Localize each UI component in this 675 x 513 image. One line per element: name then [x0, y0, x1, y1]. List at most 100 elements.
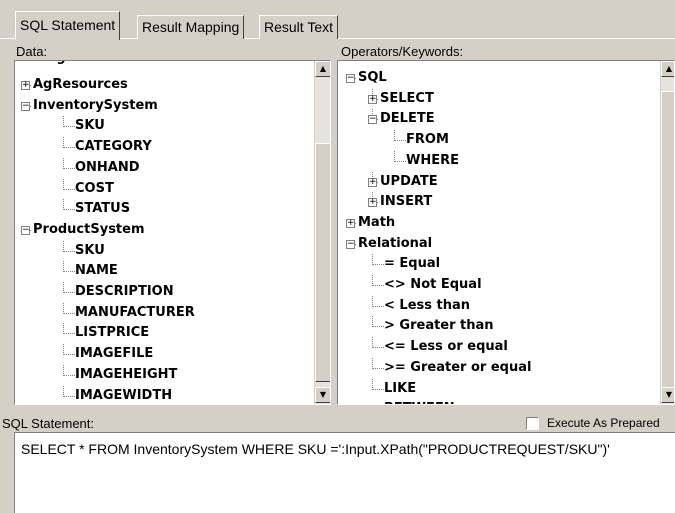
tree-item[interactable]: = Equal [384, 254, 440, 274]
tree-connector [63, 116, 64, 128]
tree-item[interactable]: WHERE [406, 151, 459, 171]
tab-sql-statement[interactable]: SQL Statement [15, 11, 121, 40]
tree-connector [63, 126, 75, 128]
tree-connector [63, 282, 64, 293]
tree-item[interactable]: DELETE [380, 109, 435, 129]
tree-connector [372, 254, 373, 266]
scroll-down-button[interactable]: ▼ [315, 387, 330, 403]
tab-result-text[interactable]: Result Text [259, 15, 338, 39]
expand-icon[interactable]: + [368, 177, 377, 187]
tree-connector [63, 354, 75, 356]
tab-strip: SQL Statement Result Mapping Result Text [0, 0, 675, 40]
tree-connector [372, 367, 384, 369]
tree-item[interactable]: LIKE [384, 379, 416, 399]
tree-connector [372, 264, 384, 266]
tree-connector [372, 326, 384, 328]
tree-item-partial: Tigfino [43, 61, 93, 68]
tree-item[interactable]: DESCRIPTION [75, 282, 174, 302]
tree-connector [63, 261, 64, 273]
tree-connector [394, 150, 395, 162]
tree-item[interactable]: SQL [358, 68, 387, 88]
tree-item[interactable]: COST [75, 179, 114, 199]
tree-item[interactable]: IMAGEWIDTH [75, 386, 172, 405]
execute-prepared-label: Execute As Prepared [547, 416, 660, 430]
expand-icon[interactable]: + [368, 198, 377, 208]
tree-item[interactable]: STATUS [75, 199, 130, 219]
tree-connector [372, 357, 373, 369]
tree-item[interactable]: AgResources [33, 75, 128, 95]
tree-connector [372, 378, 373, 390]
tree-item[interactable]: SKU [75, 116, 105, 136]
tree-connector [63, 188, 75, 190]
tree-connector [372, 285, 384, 286]
tab-result-mapping[interactable]: Result Mapping [137, 15, 245, 39]
tree-connector [372, 275, 373, 286]
tree-item[interactable]: Math [358, 213, 395, 233]
tree-item[interactable]: <= Less or equal [384, 337, 508, 357]
scroll-thumb[interactable] [315, 143, 330, 382]
tree-item[interactable]: NAME [75, 261, 118, 281]
tree-connector [372, 337, 373, 349]
tree-item[interactable]: InventorySystem [33, 96, 158, 116]
scroll-up-button[interactable]: ▲ [661, 61, 674, 77]
tree-item[interactable]: >= Greater or equal [384, 358, 531, 378]
tree-connector [63, 385, 64, 397]
collapse-icon[interactable]: − [21, 101, 30, 111]
tree-item[interactable]: FROM [406, 130, 449, 150]
tree-item[interactable]: IMAGEHEIGHT [75, 365, 177, 385]
tree-item-partial: BETWEEN [384, 399, 455, 404]
tree-connector [63, 271, 75, 273]
tree-item[interactable]: > Greater than [384, 316, 494, 336]
tree-item[interactable]: ONHAND [75, 158, 140, 178]
expand-icon[interactable]: + [21, 81, 30, 90]
tree-connector [63, 312, 75, 314]
tree-item[interactable]: MANUFACTURER [75, 303, 195, 323]
tree-item[interactable]: Relational [358, 234, 432, 254]
tree-connector [63, 333, 75, 335]
collapse-icon[interactable]: − [368, 115, 377, 125]
data-panel-label: Data: [16, 44, 48, 59]
tree-item[interactable]: SELECT [380, 89, 434, 109]
tree-item[interactable]: CATEGORY [75, 137, 152, 157]
tree-item[interactable]: INSERT [380, 192, 432, 212]
scroll-down-button[interactable]: ▼ [661, 387, 674, 403]
tree-connector [63, 209, 75, 211]
tree-item[interactable]: IMAGEFILE [75, 344, 153, 364]
tree-connector [63, 344, 64, 356]
tree-connector [394, 140, 406, 142]
tree-item[interactable]: LISTPRICE [75, 323, 149, 343]
tree-connector [63, 395, 75, 397]
tree-connector [63, 323, 64, 335]
data-tree[interactable]: Tigfino+AgResources−InventorySystemSKUCA… [14, 60, 331, 405]
operators-tree[interactable]: − SQL + SELECT − DELETE FROM WHERE + UPDATE + INSER… [337, 60, 675, 405]
tree-connector [63, 302, 64, 314]
data-tree-scrollbar[interactable]: ▲ ▼ [314, 61, 330, 404]
tree-item[interactable]: ProductSystem [33, 220, 145, 240]
expand-icon[interactable]: + [346, 218, 355, 228]
tree-connector [63, 364, 64, 376]
tree-item[interactable]: < Less than [384, 296, 470, 316]
scroll-up-button[interactable]: ▲ [315, 61, 330, 77]
operators-tree-scrollbar[interactable]: ▲ ▼ [660, 61, 674, 404]
tree-connector [63, 250, 75, 252]
tree-item[interactable]: UPDATE [380, 172, 438, 192]
tree-connector [63, 147, 75, 149]
collapse-icon[interactable]: − [346, 74, 355, 83]
tree-connector [63, 167, 75, 169]
tree-connector [63, 157, 64, 169]
sql-statement-editor[interactable]: SELECT * FROM InventorySystem WHERE SKU … [14, 432, 675, 513]
scroll-thumb[interactable] [661, 91, 674, 391]
collapse-icon[interactable]: − [346, 239, 355, 249]
execute-prepared-checkbox[interactable] [526, 417, 539, 430]
tree-item[interactable]: SKU [75, 241, 105, 261]
collapse-icon[interactable]: − [21, 225, 30, 235]
operators-panel-label: Operators/Keywords: [341, 44, 464, 59]
tree-connector [372, 388, 384, 390]
expand-icon[interactable]: + [368, 94, 377, 104]
tree-connector [372, 316, 373, 328]
tree-connector [394, 160, 406, 162]
sql-statement-label: SQL Statement: [2, 416, 95, 431]
tree-item[interactable]: <> Not Equal [384, 275, 482, 295]
tree-connector [63, 292, 75, 293]
tree-connector [372, 347, 384, 349]
